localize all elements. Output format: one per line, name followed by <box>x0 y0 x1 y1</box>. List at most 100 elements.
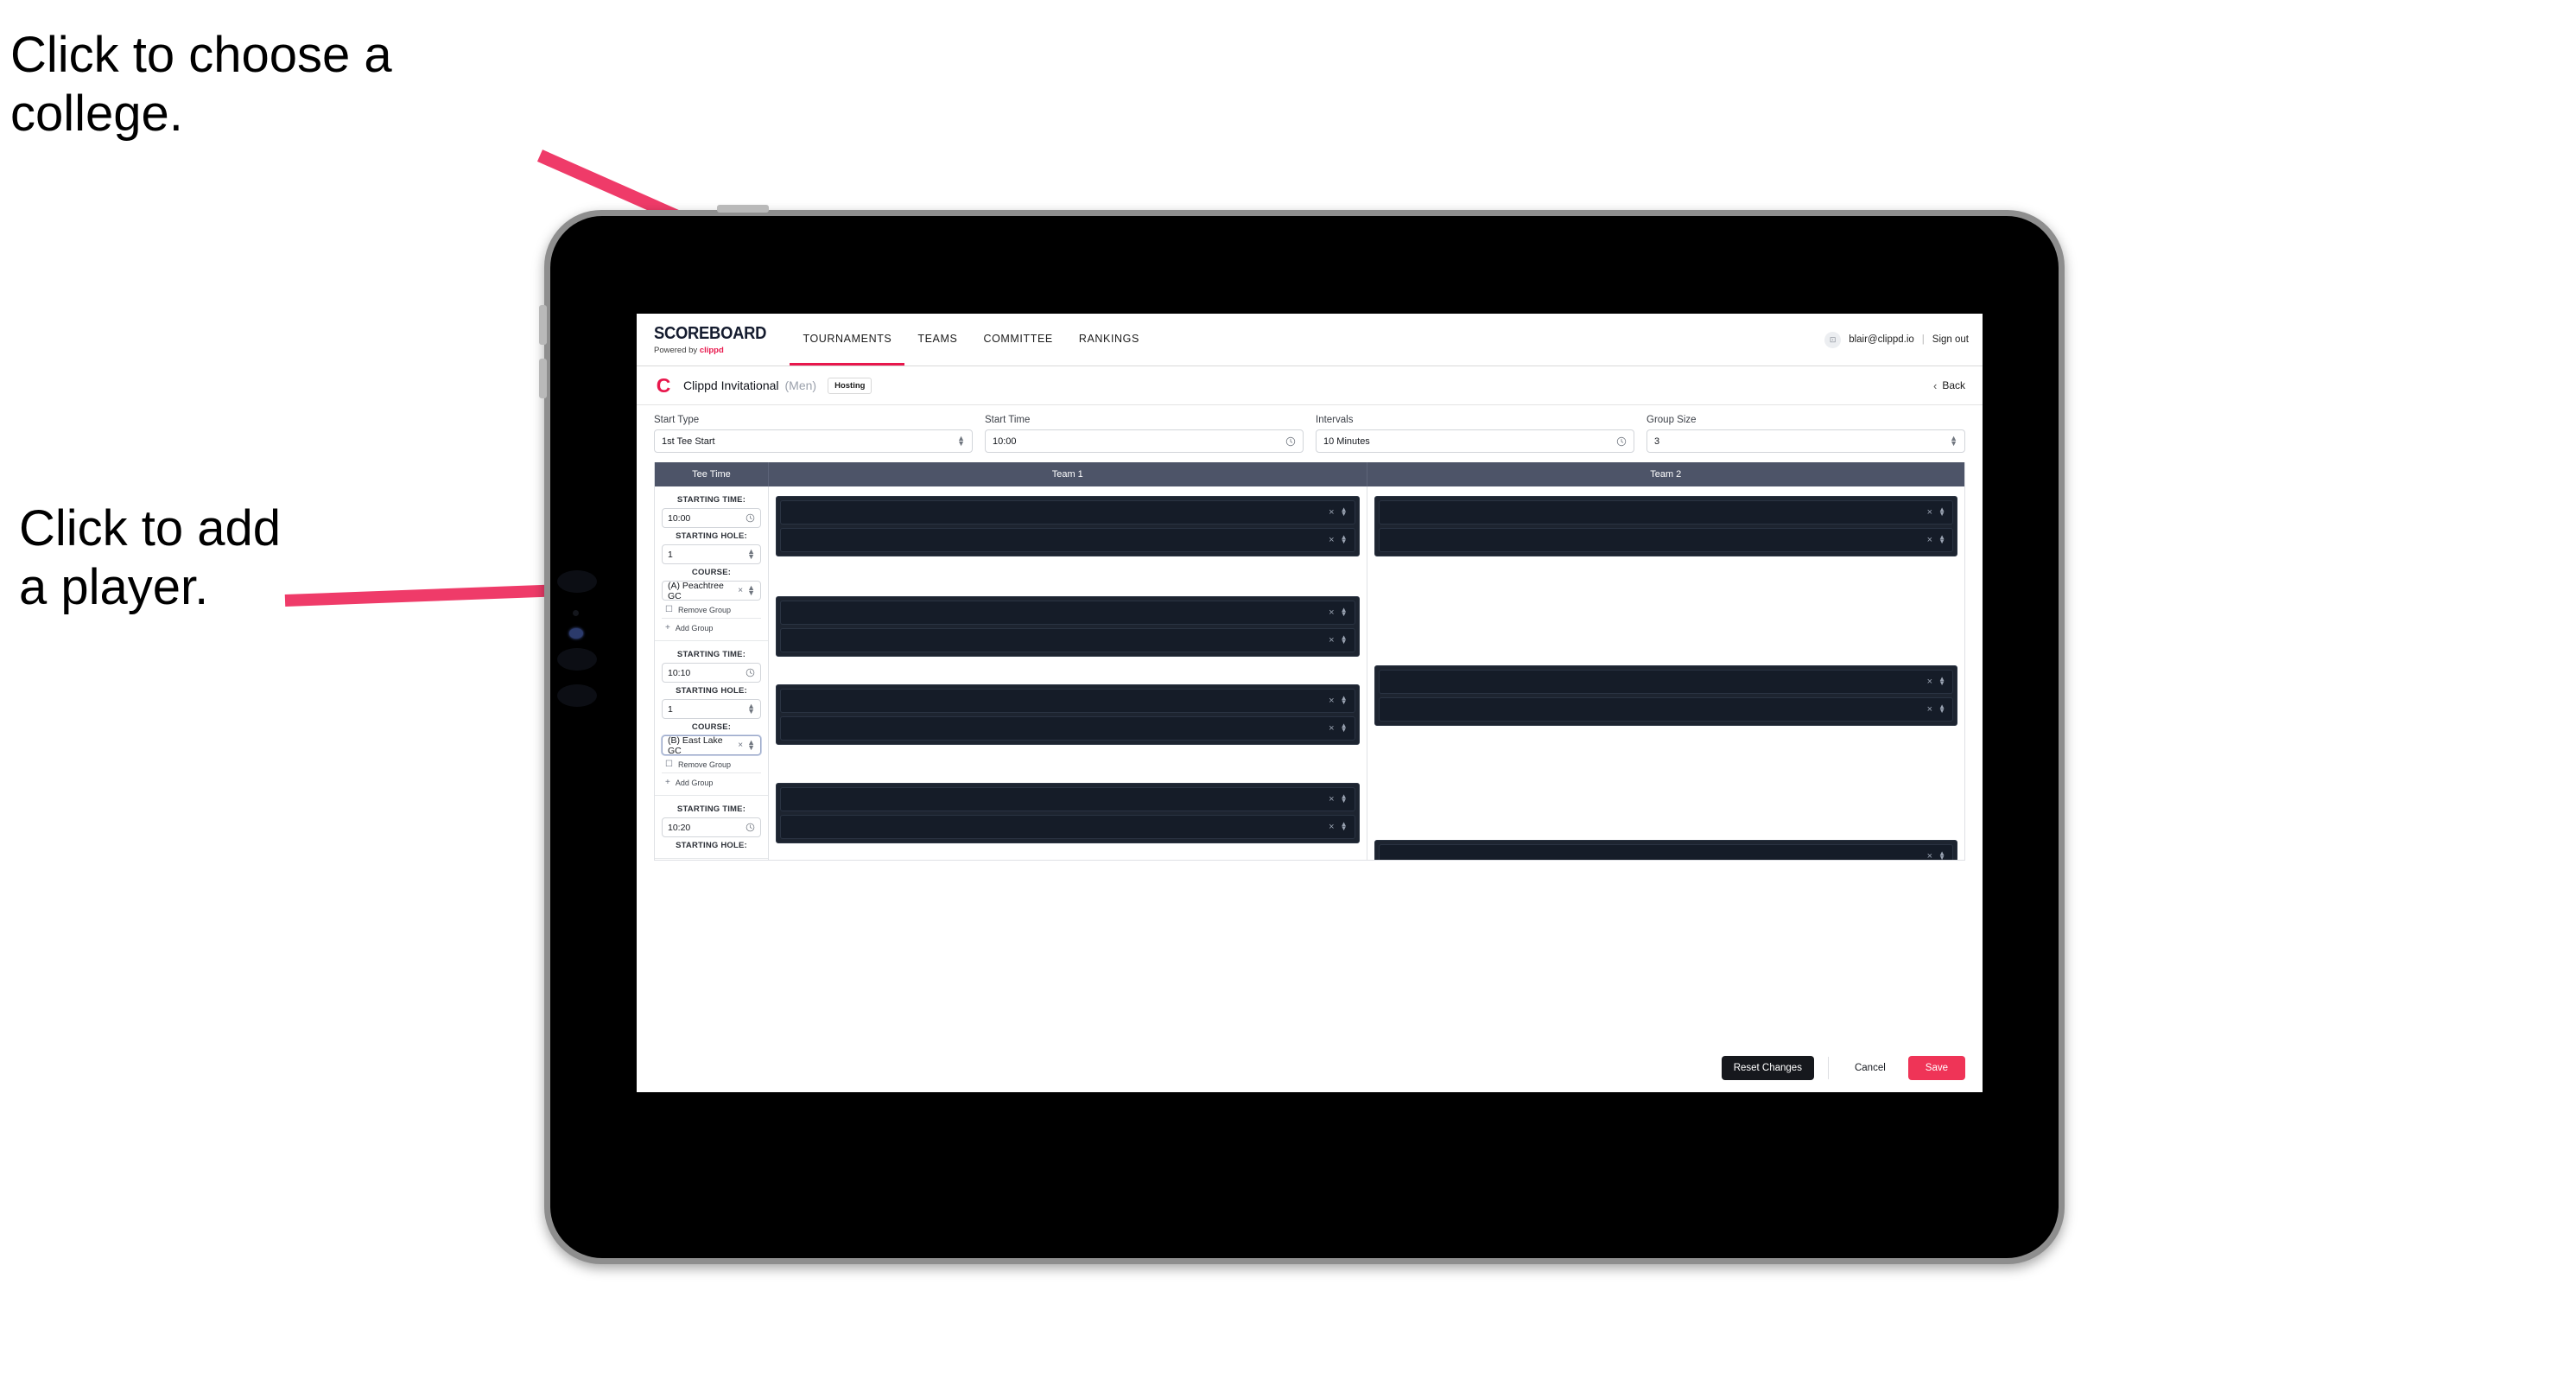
table-header-row: Tee Time Team 1 Team 2 <box>655 462 1964 486</box>
remove-group-button-1[interactable]: ☐ Remove Group <box>662 601 761 619</box>
avatar[interactable]: ⊡ <box>1824 331 1842 348</box>
starting-time-input-3[interactable]: 10:20 <box>662 817 761 837</box>
clear-icon[interactable]: × <box>1927 507 1932 518</box>
clear-icon[interactable]: × <box>1329 635 1334 645</box>
clock-icon <box>746 668 755 677</box>
tablet-power-button[interactable] <box>717 205 769 213</box>
course-select-2[interactable]: (B) East Lake GC × ▲ ▼ <box>662 734 761 756</box>
settings-row: Start Type 1st Tee Start ▲ ▼ Start Time 1… <box>637 405 1983 462</box>
label-course: COURSE: <box>691 568 732 577</box>
player-slot[interactable]: × ▲ ▼ <box>780 500 1355 525</box>
tournament-gender: (Men) <box>784 378 817 392</box>
chevron-updown-icon: ▲ ▼ <box>747 546 755 561</box>
player-slot[interactable]: × ▲ ▼ <box>1378 670 1953 694</box>
field-group-size-label: Group Size <box>1646 415 1697 425</box>
remove-group-button-2[interactable]: ☐ Remove Group <box>662 755 761 773</box>
tablet-screen-bezel: SCOREBOARD Powered by clippd TOURNAMENTS… <box>550 216 2059 1258</box>
back-button[interactable]: ‹ Back <box>1933 379 1965 392</box>
start-time-value: 10:00 <box>993 436 1017 447</box>
player-slot[interactable]: × ▲ ▼ <box>780 787 1355 811</box>
field-start-type: Start Type 1st Tee Start ▲ ▼ <box>654 415 973 453</box>
tee-group-2: STARTING TIME: 10:10 STARTING HOLE: 1 ▲ … <box>655 641 768 796</box>
chevron-updown-icon: ▲ ▼ <box>1340 505 1348 518</box>
starting-hole-input-2[interactable]: 1 ▲ ▼ <box>662 699 761 719</box>
starting-time-value-1: 10:00 <box>668 512 691 524</box>
clear-icon[interactable]: × <box>1329 822 1334 832</box>
clear-icon[interactable]: × <box>1927 535 1932 545</box>
tablet-speaker3-icon <box>557 684 597 707</box>
field-start-time: Start Time 10:00 <box>985 415 1304 453</box>
label-starting-hole: STARTING HOLE: <box>676 841 747 850</box>
player-slot[interactable]: × ▲ ▼ <box>1378 697 1953 722</box>
player-slot[interactable]: × ▲ ▼ <box>780 815 1355 839</box>
table-body: STARTING TIME: 10:00 STARTING HOLE: 1 ▲ … <box>655 486 1964 860</box>
tablet-volume-down-button[interactable] <box>539 359 547 398</box>
label-starting-hole: STARTING HOLE: <box>676 686 747 696</box>
player-slot[interactable]: × ▲ ▼ <box>1378 844 1953 860</box>
player-slot[interactable]: × ▲ ▼ <box>780 689 1355 713</box>
cancel-button[interactable]: Cancel <box>1843 1056 1898 1080</box>
add-group-button-1[interactable]: + Add Group <box>662 619 761 636</box>
reset-changes-button[interactable]: Reset Changes <box>1721 1056 1814 1080</box>
add-group-label: Add Group <box>675 778 714 787</box>
status-badge: Hosting <box>828 377 872 394</box>
clear-icon[interactable]: × <box>1329 607 1334 618</box>
course-value-2: (B) East Lake GC <box>668 734 723 756</box>
account-separator: | <box>1921 334 1925 345</box>
footer-action-bar: Reset Changes Cancel Save <box>637 1044 1983 1092</box>
add-group-button-2[interactable]: + Add Group <box>662 773 761 791</box>
clear-icon[interactable]: × <box>1329 535 1334 545</box>
clear-icon[interactable]: × <box>1927 677 1932 687</box>
column-header-team-1: Team 1 <box>769 462 1367 486</box>
chevron-updown-icon: ▲ ▼ <box>1950 433 1957 448</box>
starting-time-input-1[interactable]: 10:00 <box>662 508 761 528</box>
chevron-updown-icon: ▲ ▼ <box>747 582 755 597</box>
label-starting-time: STARTING TIME: <box>676 495 746 505</box>
nav-tab-rankings[interactable]: RANKINGS <box>1066 314 1152 366</box>
team1-group-card-1: × ▲ ▼ × ▲ ▼ <box>776 496 1360 556</box>
clear-icon[interactable]: × <box>1927 704 1932 715</box>
nav-tab-teams[interactable]: TEAMS <box>904 314 970 366</box>
nav-tab-tournaments[interactable]: TOURNAMENTS <box>790 314 905 366</box>
chevron-updown-icon: ▲ ▼ <box>957 433 965 448</box>
clear-icon[interactable]: × <box>1329 794 1334 804</box>
tablet-device: SCOREBOARD Powered by clippd TOURNAMENTS… <box>539 205 2065 1264</box>
clear-icon[interactable]: × <box>1329 723 1334 734</box>
start-time-input[interactable]: 10:00 <box>985 429 1304 453</box>
account-area: ⊡ blair@clippd.io | Sign out <box>1824 314 1983 366</box>
label-starting-time: STARTING TIME: <box>676 650 746 659</box>
player-slot[interactable]: × ▲ ▼ <box>780 628 1355 652</box>
sign-out-link[interactable]: Sign out <box>1932 334 1969 345</box>
footer-divider <box>1827 1057 1829 1079</box>
clear-icon[interactable]: × <box>738 586 743 595</box>
player-slot[interactable]: × ▲ ▼ <box>780 716 1355 741</box>
clear-icon[interactable]: × <box>1927 851 1932 860</box>
player-slot[interactable]: × ▲ ▼ <box>1378 528 1953 552</box>
brand-subtitle: Powered by clippd <box>654 346 776 355</box>
chevron-updown-icon: ▲ ▼ <box>747 701 755 715</box>
player-slot[interactable]: × ▲ ▼ <box>780 528 1355 552</box>
tablet-volume-up-button[interactable] <box>539 305 547 345</box>
start-type-select[interactable]: 1st Tee Start ▲ ▼ <box>654 429 973 453</box>
clear-icon[interactable]: × <box>1329 696 1334 706</box>
player-slot[interactable]: × ▲ ▼ <box>1378 500 1953 525</box>
intervals-input[interactable]: 10 Minutes <box>1316 429 1634 453</box>
starting-hole-input-1[interactable]: 1 ▲ ▼ <box>662 544 761 564</box>
clock-icon <box>746 823 755 832</box>
tablet-speaker-icon <box>557 570 597 593</box>
brand-logo[interactable]: SCOREBOARD Powered by clippd <box>637 314 790 366</box>
remove-group-label: Remove Group <box>677 605 731 614</box>
starting-time-input-2[interactable]: 10:10 <box>662 663 761 683</box>
clear-icon[interactable]: × <box>1329 507 1334 518</box>
tee-group-1: STARTING TIME: 10:00 STARTING HOLE: 1 ▲ … <box>655 486 768 641</box>
account-email: blair@clippd.io <box>1849 334 1914 345</box>
clear-icon[interactable]: × <box>738 741 743 750</box>
label-course: COURSE: <box>691 722 732 732</box>
nav-tab-committee[interactable]: COMMITTEE <box>970 314 1065 366</box>
group-size-stepper[interactable]: 3 ▲ ▼ <box>1646 429 1965 453</box>
player-slot[interactable]: × ▲ ▼ <box>780 601 1355 625</box>
course-select-1[interactable]: (A) Peachtree GC × ▲ ▼ <box>662 581 761 601</box>
save-button[interactable]: Save <box>1907 1056 1965 1080</box>
chevron-updown-icon: ▲ ▼ <box>1340 820 1348 832</box>
starting-time-value-3: 10:20 <box>668 822 691 833</box>
